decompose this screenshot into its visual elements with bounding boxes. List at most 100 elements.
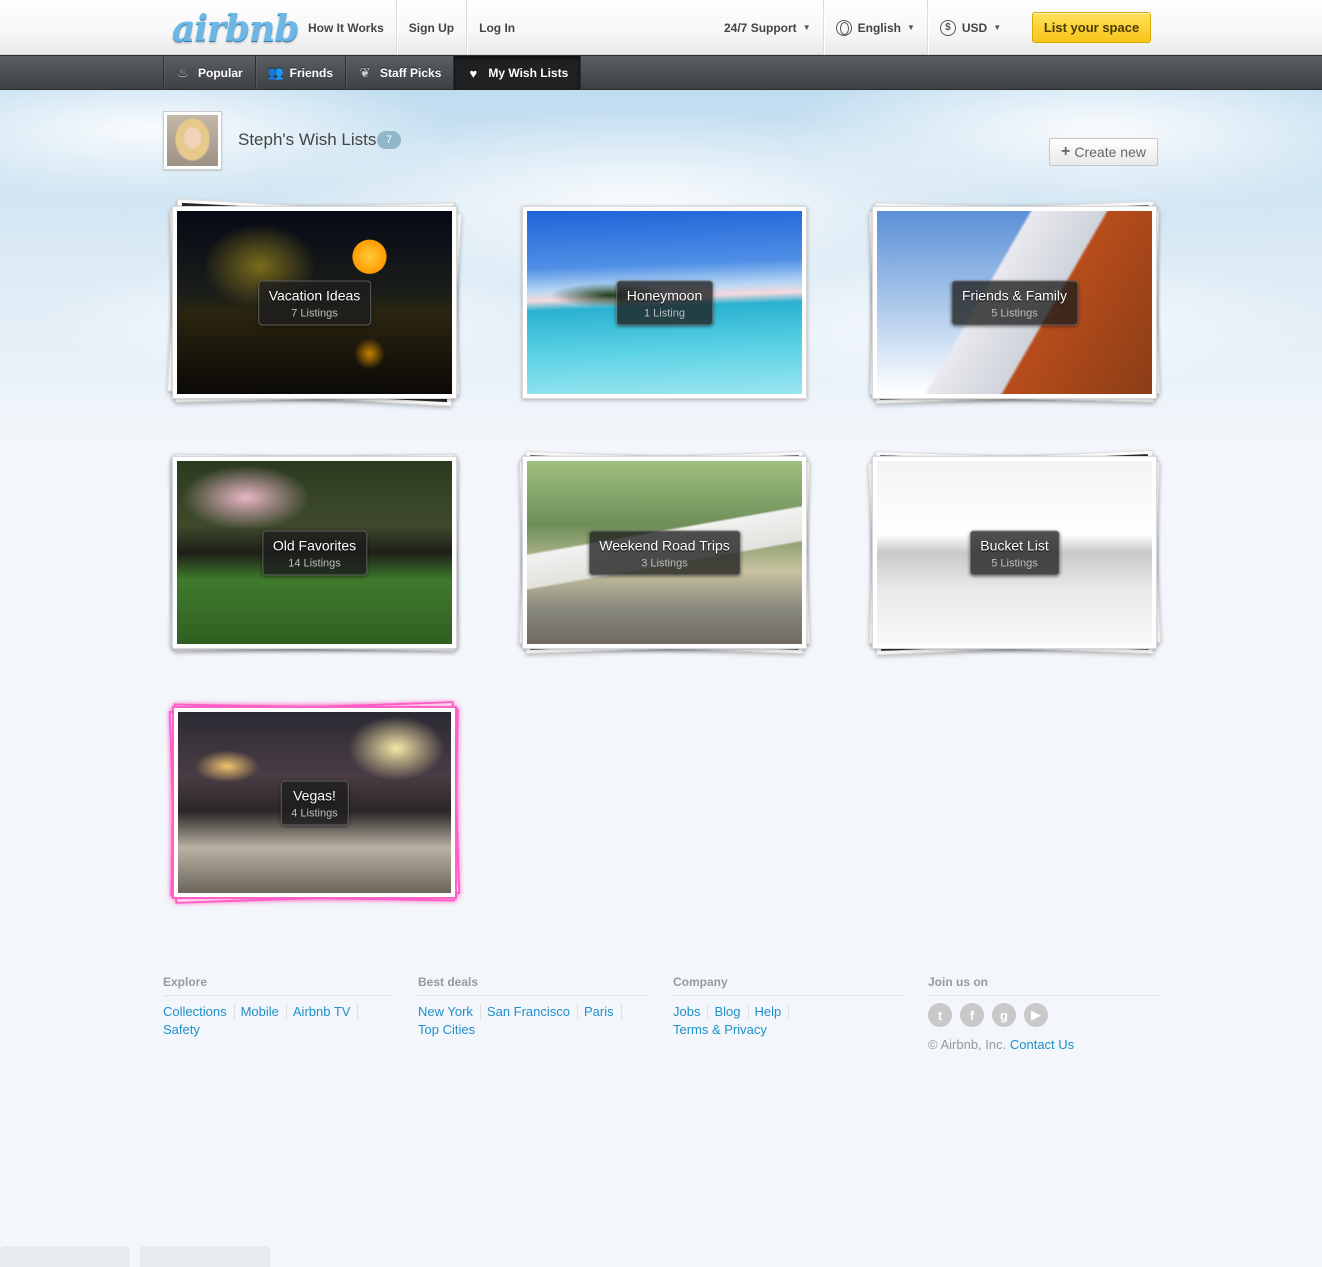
top-header: airbnb How It Works Sign Up Log In 24/7 … (0, 0, 1322, 55)
footer-social: Join us on t f g ▶ © Airbnb, Inc. Contac… (928, 975, 1158, 1052)
chevron-down-icon: ▼ (802, 23, 811, 32)
wishlist-card[interactable]: Bucket List 5 Listings (867, 449, 1162, 656)
wishlist-listing-count: 5 Listings (991, 557, 1038, 569)
wishlist-photo: Old Favorites 14 Listings (177, 461, 452, 644)
youtube-icon[interactable]: ▶ (1024, 1003, 1048, 1027)
twitter-icon[interactable]: t (928, 1003, 952, 1027)
wishlist-listing-count: 5 Listings (991, 307, 1038, 319)
tab-popular[interactable]: ♨ Popular (163, 56, 255, 90)
chevron-down-icon: ▼ (993, 23, 1002, 32)
wishlist-label: Vegas! 4 Listings (280, 780, 349, 825)
wishlist-card[interactable]: Friends & Family 5 Listings (868, 201, 1161, 404)
new-york-link[interactable]: New York (418, 1004, 481, 1019)
leaf-icon: ❦ (359, 65, 371, 80)
terms-privacy-link[interactable]: Terms & Privacy (673, 1022, 774, 1037)
log-in-link[interactable]: Log In (467, 0, 527, 55)
wishlist-name: Vacation Ideas (268, 287, 361, 303)
footer-heading: Best deals (418, 975, 648, 996)
facebook-icon[interactable]: f (960, 1003, 984, 1027)
card-front: Weekend Road Trips 3 Listings (522, 456, 807, 649)
bottom-tab[interactable] (140, 1246, 270, 1267)
wishlist-name: Bucket List (980, 537, 1049, 553)
collections-link[interactable]: Collections (163, 1004, 235, 1019)
tab-label: Friends (289, 66, 334, 80)
flame-icon: ♨ (177, 65, 189, 80)
wishlist-listing-count: 1 Listing (644, 307, 685, 319)
wishlist-name: Friends & Family (961, 287, 1068, 303)
wishlist-listing-count: 7 Listings (291, 307, 338, 319)
chevron-down-icon: ▼ (906, 23, 915, 32)
wishlist-photo: Weekend Road Trips 3 Listings (527, 461, 802, 644)
top-cities-link[interactable]: Top Cities (418, 1022, 482, 1037)
language-label: English (857, 20, 901, 35)
help-link[interactable]: Help (754, 1004, 790, 1019)
card-front: Bucket List 5 Listings (872, 456, 1157, 649)
wishlist-name: Old Favorites (272, 537, 357, 553)
currency-dropdown[interactable]: $ USD ▼ (928, 0, 1013, 55)
globe-icon (835, 19, 852, 36)
blog-link[interactable]: Blog (714, 1004, 749, 1019)
wishlist-label: Honeymoon 1 Listing (615, 280, 714, 325)
how-it-works-link[interactable]: How It Works (296, 0, 397, 55)
google-plus-icon[interactable]: g (992, 1003, 1016, 1027)
tab-my-wish-lists[interactable]: ♥ My Wish Lists (453, 56, 582, 90)
airbnb-tv-link[interactable]: Airbnb TV (292, 1004, 359, 1019)
support-dropdown[interactable]: 24/7 Support ▼ (712, 0, 824, 55)
plus-icon: + (1061, 143, 1071, 160)
footer-company: Company Jobs Blog Help Terms & Privacy (673, 975, 903, 1039)
wishlist-photo: Friends & Family 5 Listings (877, 211, 1152, 394)
wishlist-card[interactable]: Old Favorites 14 Listings (170, 453, 459, 652)
main-nav: How It Works Sign Up Log In (296, 0, 527, 55)
contact-us-link[interactable]: Contact Us (1010, 1037, 1074, 1052)
wishlist-label: Friends & Family 5 Listings (950, 280, 1079, 325)
wishlist-card[interactable]: Vegas! 4 Listings (168, 701, 461, 904)
language-dropdown[interactable]: English ▼ (824, 0, 928, 55)
footer-heading: Company (673, 975, 903, 996)
bottom-tab[interactable] (0, 1246, 130, 1267)
social-links: t f g ▶ (928, 1003, 1158, 1027)
footer-links: Collections Mobile Airbnb TV Safety (163, 1003, 393, 1039)
airbnb-logo[interactable]: airbnb (172, 8, 299, 50)
list-your-space-button[interactable]: List your space (1032, 12, 1151, 43)
utility-nav: 24/7 Support ▼ English ▼ $ USD ▼ (712, 0, 1013, 55)
wishlist-photo: Honeymoon 1 Listing (527, 211, 802, 394)
mobile-link[interactable]: Mobile (240, 1004, 287, 1019)
wishlist-photo: Vegas! 4 Listings (178, 712, 451, 893)
footer-heading: Join us on (928, 975, 1158, 996)
footer-explore: Explore Collections Mobile Airbnb TV Safet… (163, 975, 393, 1039)
create-new-label: Create new (1074, 144, 1146, 160)
heart-icon: ♥ (469, 65, 478, 81)
wishlist-label: Weekend Road Trips 3 Listings (588, 530, 741, 575)
copyright: © Airbnb, Inc. Contact Us (928, 1037, 1158, 1052)
safety-link[interactable]: Safety (163, 1022, 207, 1037)
create-new-button[interactable]: + Create new (1049, 138, 1158, 166)
paris-link[interactable]: Paris (584, 1004, 622, 1019)
wishlist-name: Honeymoon (626, 287, 703, 303)
tab-label: Popular (198, 66, 243, 80)
wishlist-label: Old Favorites 14 Listings (261, 530, 368, 575)
wishlist-photo: Vacation Ideas 7 Listings (177, 211, 452, 394)
footer-heading: Explore (163, 975, 393, 996)
wishlist-card[interactable]: Weekend Road Trips 3 Listings (518, 451, 811, 654)
sub-nav-bar: ♨ Popular 👥 Friends ❦ Staff Picks ♥ My W… (0, 55, 1322, 90)
card-front: Vacation Ideas 7 Listings (172, 206, 457, 399)
wishlist-label: Vacation Ideas 7 Listings (257, 280, 372, 325)
jobs-link[interactable]: Jobs (673, 1004, 709, 1019)
footer-deals: Best deals New York San Francisco Paris To… (418, 975, 648, 1039)
tab-friends[interactable]: 👥 Friends (254, 56, 345, 90)
san-francisco-link[interactable]: San Francisco (486, 1004, 579, 1019)
tab-staff-picks[interactable]: ❦ Staff Picks (345, 56, 453, 90)
card-front: Vegas! 4 Listings (172, 706, 457, 899)
wishlist-card[interactable]: Honeymoon 1 Listing (522, 206, 807, 399)
avatar[interactable] (163, 111, 222, 170)
sign-up-link[interactable]: Sign Up (397, 0, 468, 55)
wishlist-count-badge: 7 (377, 131, 401, 149)
card-front: Old Favorites 14 Listings (172, 456, 457, 649)
wishlist-listing-count: 3 Listings (641, 557, 688, 569)
wishlist-card[interactable]: Vacation Ideas 7 Listings (167, 198, 462, 407)
wishlist-listing-count: 4 Listings (291, 807, 338, 819)
tab-label: Staff Picks (380, 66, 442, 80)
wishlist-listing-count: 14 Listings (288, 557, 341, 569)
wishlist-name: Weekend Road Trips (599, 537, 730, 553)
wishlist-photo: Bucket List 5 Listings (877, 461, 1152, 644)
